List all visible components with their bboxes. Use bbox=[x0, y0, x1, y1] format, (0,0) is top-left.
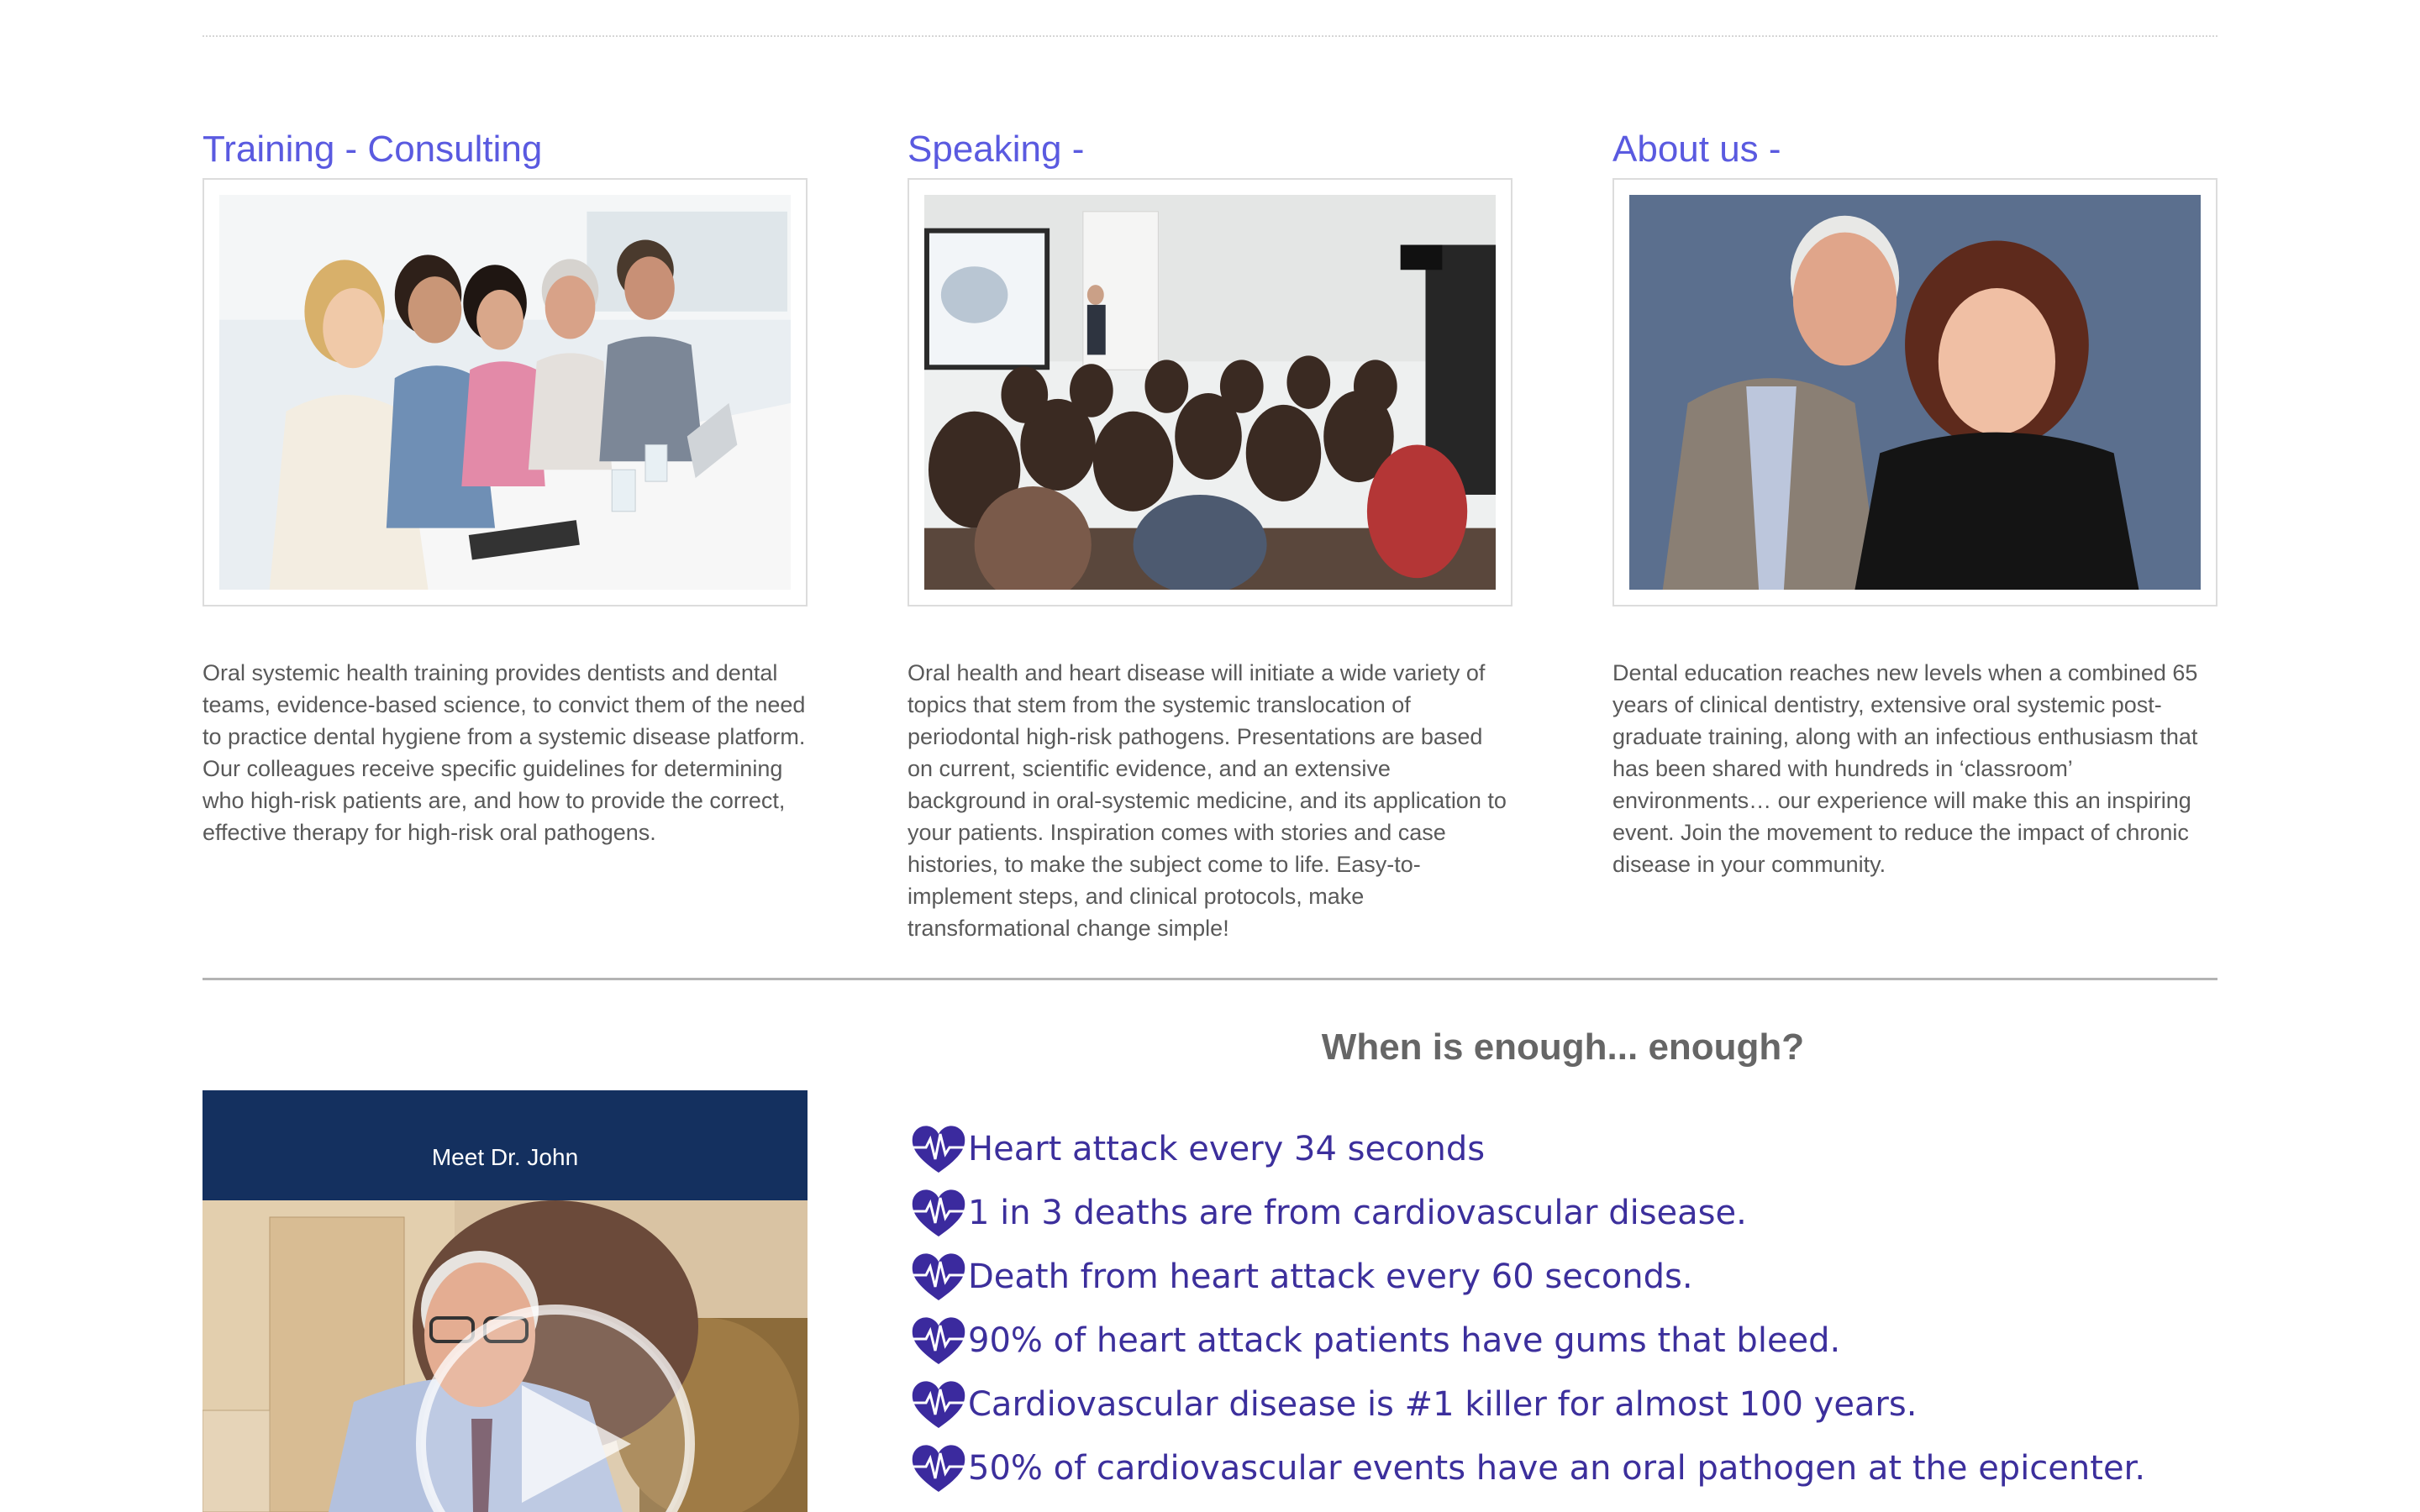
heart-pulse-icon bbox=[912, 1317, 965, 1364]
heart-facts-list: Heart attack every 34 seconds 1 in 3 dea… bbox=[909, 1117, 2220, 1500]
fact-item: Heart attack every 34 seconds bbox=[909, 1117, 2220, 1181]
speaking-section: Speaking - Oral health and heart disease… bbox=[908, 126, 1512, 944]
fact-item: 1 in 3 deaths are from cardiovascular di… bbox=[909, 1181, 2220, 1245]
heart-pulse-icon bbox=[912, 1381, 965, 1428]
fact-item: 90% of heart attack patients have gums t… bbox=[909, 1309, 2220, 1373]
training-description: Oral systemic health training provides d… bbox=[203, 660, 806, 845]
fact-text: Heart attack every 34 seconds bbox=[968, 1130, 1486, 1168]
about-us-section: About us - Dental education reaches new … bbox=[1612, 126, 2217, 880]
video-title: Meet Dr. John bbox=[431, 1143, 579, 1170]
lecture-audience-photo bbox=[924, 195, 1496, 590]
fact-text: 90% of heart attack patients have gums t… bbox=[968, 1321, 1841, 1360]
top-divider bbox=[203, 35, 2217, 37]
fact-text: 1 in 3 deaths are from cardiovascular di… bbox=[968, 1194, 1747, 1232]
section-divider bbox=[203, 978, 2217, 980]
heart-pulse-icon bbox=[912, 1445, 965, 1492]
speaking-description: Oral health and heart disease will initi… bbox=[908, 660, 1507, 941]
heart-pulse-icon bbox=[912, 1126, 965, 1173]
fact-item: 50% of cardiovascular events have an ora… bbox=[909, 1436, 2220, 1500]
training-photo-frame[interactable] bbox=[203, 178, 808, 606]
fact-text: Death from heart attack every 60 seconds… bbox=[968, 1257, 1693, 1296]
fact-text: 50% of cardiovascular events have an ora… bbox=[968, 1449, 2146, 1488]
couple-portrait-photo bbox=[1629, 195, 2201, 590]
about-us-link[interactable]: About us - bbox=[1612, 126, 2217, 178]
heart-pulse-icon bbox=[912, 1253, 965, 1300]
about-description: Dental education reaches new levels when… bbox=[1612, 660, 2198, 877]
facts-heading: When is enough... enough? bbox=[1321, 1026, 1805, 1068]
fact-item: Death from heart attack every 60 seconds… bbox=[909, 1245, 2220, 1309]
speaking-link[interactable]: Speaking - bbox=[908, 126, 1512, 178]
about-photo-frame[interactable] bbox=[1612, 178, 2217, 606]
video-header: Meet Dr. John bbox=[203, 1090, 808, 1200]
speaking-photo-frame[interactable] bbox=[908, 178, 1512, 606]
team-meeting-photo bbox=[219, 195, 791, 590]
fact-text: Cardiovascular disease is #1 killer for … bbox=[968, 1385, 1918, 1424]
training-consulting-section: Training - Consulting Oral systemic heal… bbox=[203, 126, 808, 848]
meet-dr-john-video[interactable]: Meet Dr. John bbox=[203, 1090, 808, 1512]
fact-item: Cardiovascular disease is #1 killer for … bbox=[909, 1373, 2220, 1436]
heart-pulse-icon bbox=[912, 1189, 965, 1236]
video-thumbnail[interactable] bbox=[203, 1200, 808, 1512]
training-consulting-link[interactable]: Training - Consulting bbox=[203, 126, 808, 178]
play-icon[interactable] bbox=[413, 1301, 698, 1512]
